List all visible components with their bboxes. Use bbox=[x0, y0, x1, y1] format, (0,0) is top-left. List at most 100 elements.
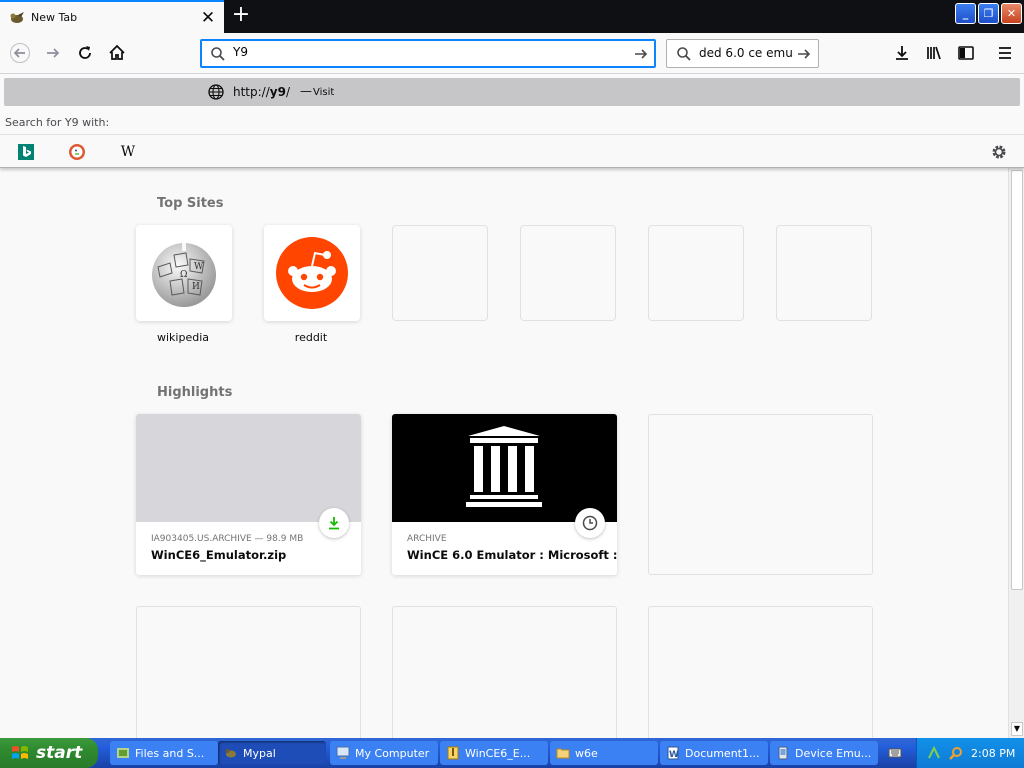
card-source: ARCHIVE bbox=[407, 534, 447, 544]
top-site-empty-slot[interactable] bbox=[776, 225, 872, 321]
gear-icon bbox=[992, 145, 1006, 159]
search-with-label: Search for Y9 with: bbox=[5, 116, 110, 129]
url-input[interactable] bbox=[233, 45, 613, 59]
close-window-button[interactable]: ✕ bbox=[1001, 3, 1022, 24]
minimize-button[interactable]: _ bbox=[955, 3, 976, 24]
top-site-empty-slot[interactable] bbox=[392, 225, 488, 321]
reload-button[interactable] bbox=[72, 40, 98, 66]
hamburger-menu-icon bbox=[999, 47, 1011, 59]
computer-icon bbox=[336, 746, 350, 759]
highlight-empty-slot bbox=[392, 606, 617, 738]
back-arrow-icon bbox=[10, 43, 30, 63]
sidebar-icon bbox=[958, 46, 974, 60]
files-icon bbox=[117, 748, 129, 758]
highlight-empty-slot bbox=[136, 606, 361, 738]
library-icon bbox=[927, 46, 941, 60]
highlight-empty-slot bbox=[648, 606, 873, 738]
tab-new-tab[interactable]: New Tab ✕ bbox=[0, 0, 224, 33]
back-button[interactable] bbox=[7, 40, 33, 66]
forward-button[interactable] bbox=[40, 40, 66, 66]
downloads-button[interactable] bbox=[889, 40, 915, 66]
one-off-search-engines: W bbox=[0, 134, 1024, 168]
network-icon[interactable] bbox=[927, 746, 941, 760]
highlight-card-archive[interactable]: ARCHIVE WinCE 6.0 Emulator : Microsoft :… bbox=[392, 414, 617, 575]
search-tray-icon[interactable] bbox=[949, 746, 963, 760]
scrollbar-thumb[interactable] bbox=[1011, 170, 1023, 590]
highlight-card-download[interactable]: IA903405.US.ARCHIVE — 98.9 MB WinCE6_Emu… bbox=[136, 414, 361, 575]
menu-button[interactable] bbox=[992, 40, 1018, 66]
search-settings-button[interactable] bbox=[989, 142, 1009, 162]
home-icon bbox=[109, 44, 125, 60]
suggestion-visit-row[interactable]: http://y9/ — Visit bbox=[4, 78, 1020, 106]
reddit-icon bbox=[276, 237, 348, 309]
taskbar-item-my-computer[interactable]: My Computer bbox=[330, 741, 438, 765]
navigation-toolbar: ded 6.0 ce emu bbox=[0, 33, 1024, 74]
top-site-reddit[interactable] bbox=[264, 225, 360, 321]
card-title: WinCE 6.0 Emulator : Microsoft : ... bbox=[407, 548, 617, 562]
system-tray: 2:08 PM bbox=[916, 738, 1024, 768]
taskbar-item-mypal[interactable]: Mypal bbox=[218, 741, 326, 765]
download-icon bbox=[329, 517, 339, 530]
top-site-wikipedia[interactable]: Ω W И bbox=[136, 225, 232, 321]
taskbar-item-files[interactable]: Files and S... bbox=[110, 741, 218, 765]
suggestion-separator: — bbox=[300, 84, 312, 98]
history-badge bbox=[575, 508, 605, 538]
start-button[interactable]: start bbox=[0, 738, 98, 768]
wikipedia-icon[interactable]: W bbox=[118, 142, 138, 162]
device-emulator-icon bbox=[778, 746, 788, 760]
word-document-icon: W bbox=[667, 746, 679, 760]
svg-text:W: W bbox=[194, 262, 204, 272]
search-icon bbox=[677, 47, 691, 61]
download-icon bbox=[896, 46, 908, 60]
taskbar-item-wince6-emulator[interactable]: WinCE6_E... bbox=[440, 741, 548, 765]
svg-text:И: И bbox=[192, 282, 200, 292]
taskbar-item-w6e[interactable]: w6e bbox=[550, 741, 658, 765]
top-site-empty-slot[interactable] bbox=[648, 225, 744, 321]
card-thumbnail bbox=[392, 414, 617, 522]
globe-icon bbox=[208, 84, 224, 100]
library-button[interactable] bbox=[921, 40, 947, 66]
mypal-icon bbox=[225, 749, 236, 758]
tab-strip: New Tab ✕ + _ ❐ ✕ bbox=[0, 0, 1024, 33]
scroll-down-arrow-icon[interactable]: ▼ bbox=[1011, 722, 1023, 736]
start-label: start bbox=[36, 743, 83, 763]
duckduckgo-icon[interactable] bbox=[67, 142, 87, 162]
highlights-heading: Highlights bbox=[157, 385, 233, 400]
mypal-favicon-icon bbox=[10, 11, 24, 23]
archive-file-icon bbox=[447, 746, 459, 760]
top-site-empty-slot[interactable] bbox=[520, 225, 616, 321]
svg-text:W: W bbox=[669, 750, 679, 760]
tab-title: New Tab bbox=[31, 11, 78, 24]
new-tab-page: Top Sites Ω W И wikipedia reddit Highlig… bbox=[0, 168, 1008, 738]
url-suggestions-popup: http://y9/ — Visit Search for Y9 with: W bbox=[0, 74, 1024, 168]
home-button[interactable] bbox=[104, 40, 130, 66]
search-field-text[interactable]: ded 6.0 ce emu bbox=[699, 46, 793, 60]
taskbar-item-device-emulator[interactable]: Device Emu... bbox=[770, 741, 878, 765]
restore-button[interactable]: ❐ bbox=[978, 3, 999, 24]
window-controls: _ ❐ ✕ bbox=[955, 3, 1022, 24]
taskbar-item-document1[interactable]: W Document1... bbox=[660, 741, 768, 765]
keyboard-icon[interactable] bbox=[888, 746, 902, 763]
windows-logo-icon bbox=[12, 746, 28, 759]
internet-archive-logo-icon bbox=[466, 426, 542, 507]
folder-icon bbox=[556, 748, 570, 759]
page-scrollbar[interactable]: ▼ bbox=[1008, 168, 1024, 738]
go-arrow-icon[interactable] bbox=[633, 46, 649, 62]
sidebar-button[interactable] bbox=[953, 40, 979, 66]
card-title: WinCE6_Emulator.zip bbox=[151, 548, 287, 562]
new-tab-button[interactable]: + bbox=[230, 4, 252, 28]
search-go-arrow-icon[interactable] bbox=[796, 46, 812, 62]
clock: 2:08 PM bbox=[971, 746, 1016, 760]
top-site-label: wikipedia bbox=[156, 331, 209, 344]
suggestion-url: http://y9/ bbox=[233, 85, 290, 99]
card-source: IA903405.US.ARCHIVE — 98.9 MB bbox=[151, 534, 304, 544]
bing-icon[interactable] bbox=[16, 142, 36, 162]
highlight-empty-slot bbox=[648, 414, 873, 575]
close-tab-icon[interactable]: ✕ bbox=[198, 8, 218, 28]
url-bar[interactable] bbox=[200, 39, 656, 68]
search-icon bbox=[211, 47, 225, 61]
forward-arrow-icon bbox=[47, 48, 60, 58]
suggestion-action: Visit bbox=[313, 87, 335, 98]
search-bar[interactable]: ded 6.0 ce emu bbox=[666, 39, 819, 68]
top-site-label: reddit bbox=[294, 331, 328, 344]
